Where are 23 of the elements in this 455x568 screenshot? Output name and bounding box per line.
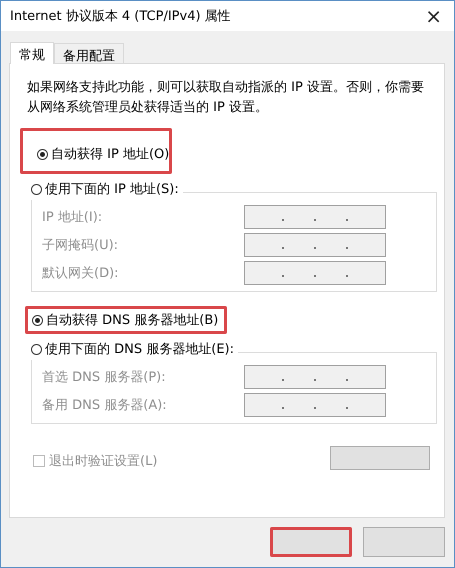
radio-button[interactable]: 使用下面的 DNS 服务器地址(E): bbox=[31, 340, 234, 358]
field-label: 备用 DNS 服务器(A): bbox=[42, 397, 167, 414]
ip-address-field[interactable] bbox=[244, 261, 386, 285]
radio-button[interactable]: 使用下面的 IP 地址(S): bbox=[31, 180, 179, 198]
dialog-button[interactable] bbox=[270, 527, 352, 557]
ip-address-field[interactable] bbox=[244, 205, 386, 229]
tab[interactable]: 备用配置 bbox=[54, 43, 124, 63]
ip-address-field[interactable] bbox=[244, 393, 386, 417]
dialog-button[interactable] bbox=[363, 527, 445, 557]
ip-address-field[interactable] bbox=[244, 233, 386, 257]
radio-button[interactable]: 自动获得 DNS 服务器地址(B) bbox=[32, 311, 218, 329]
field-label: 子网掩码(U): bbox=[42, 237, 118, 254]
description-text: 如果网络支持此功能，则可以获取自动指派的 IP 设置。否则，你需要从网络系统管理员处获得适当的 IP 设置。 bbox=[27, 79, 425, 117]
window-title: Internet 协议版本 4 (TCP/IPv4) 属性 bbox=[10, 8, 231, 25]
ip-address-field[interactable] bbox=[244, 365, 386, 389]
tab[interactable]: 常规 bbox=[10, 42, 54, 64]
close-button[interactable]: × bbox=[421, 6, 446, 26]
checkbox-label: 退出时验证设置(L) bbox=[49, 453, 158, 470]
radio-button[interactable]: 自动获得 IP 地址(O) bbox=[37, 145, 170, 163]
field-label: 首选 DNS 服务器(P): bbox=[42, 369, 166, 386]
field-label: 默认网关(D): bbox=[42, 265, 119, 282]
field-label: IP 地址(I): bbox=[42, 209, 102, 226]
advanced-button[interactable] bbox=[330, 446, 430, 470]
